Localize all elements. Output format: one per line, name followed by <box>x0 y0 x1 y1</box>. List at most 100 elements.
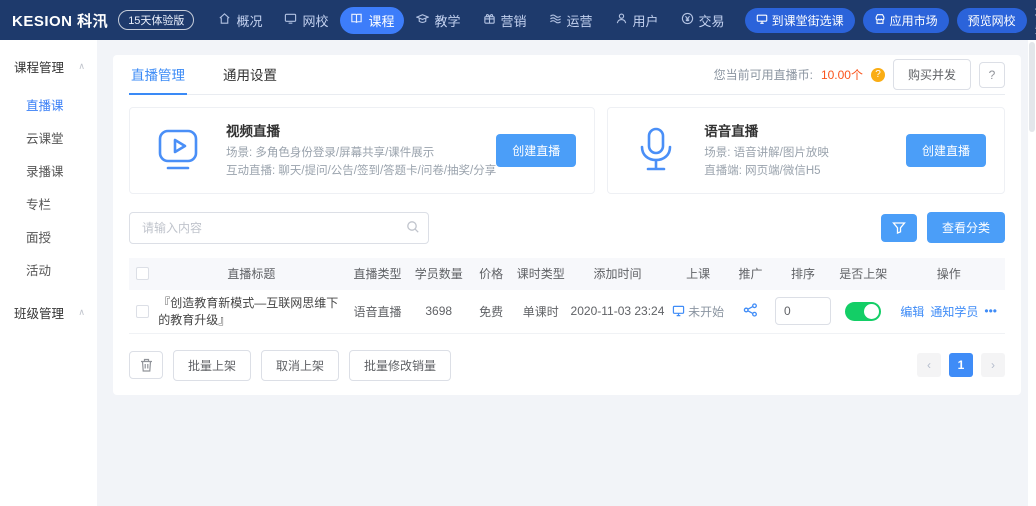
teaching-icon <box>415 12 431 28</box>
row-title: 『创造教育新模式—互联网思维下的教育升级』 <box>158 296 339 328</box>
prev-page-button[interactable]: ‹ <box>917 353 941 378</box>
nav-item-users[interactable]: 用户 <box>605 7 669 34</box>
bulk-actions-row: 批量上架 取消上架 批量修改销量 ‹ 1 › <box>129 349 1005 381</box>
bulk-edit-sales-button[interactable]: 批量修改销量 <box>349 349 452 381</box>
nav-item-trade[interactable]: 交易 <box>671 7 735 34</box>
topbar-right: 到课堂街选课 应用市场 预览网校 增值服务 ∨ 展开« <box>744 3 1036 37</box>
app-window: KESION 科汛 15天体验版 概况 网校 课程 教学 营销 运营 用户 交易… <box>0 0 1036 506</box>
chevron-up-icon: ∧ <box>78 61 85 71</box>
create-video-live-button[interactable]: 创建直播 <box>496 133 577 167</box>
search-icon[interactable] <box>406 220 420 239</box>
nav-item-overview[interactable]: 概况 <box>208 7 272 34</box>
nav-item-operations[interactable]: 运营 <box>539 7 603 34</box>
nav-label: 用户 <box>632 13 659 29</box>
row-type: 语音直播 <box>353 304 402 319</box>
school-icon <box>284 12 297 28</box>
help-circle-icon[interactable]: ? <box>870 67 885 82</box>
nav-item-course[interactable]: 课程 <box>340 6 405 34</box>
sidebar-item-column[interactable]: 专栏 <box>0 187 97 220</box>
live-course-table: 直播标题 直播类型 学员数量 价格 课时类型 添加时间 上课 推广 排序 是否上… <box>129 257 1005 334</box>
share-icon[interactable] <box>743 302 758 320</box>
voice-live-card: 语音直播 场景: 语音讲解/图片放映 直播端: 网页端/微信H5 创建直播 <box>607 107 1005 194</box>
view-category-button[interactable]: 查看分类 <box>926 212 1005 244</box>
help-button[interactable]: ? <box>979 61 1005 88</box>
col-on-shelf: 是否上架 <box>839 267 888 282</box>
sort-order-input[interactable] <box>775 297 832 326</box>
video-live-card: 视频直播 场景: 多角色身份登录/屏幕共享/课件展示 互动直播: 聊天/提问/公… <box>129 107 596 194</box>
pill-label: 到课堂街选课 <box>771 13 844 28</box>
pill-label: 应用市场 <box>889 13 938 28</box>
col-title: 直播标题 <box>227 267 276 282</box>
app-logo: KESION 科汛 <box>12 12 109 30</box>
main-nav: 概况 网校 课程 教学 营销 运营 用户 交易 <box>208 6 735 34</box>
live-management-panel: 直播管理 通用设置 您当前可用直播币: 10.00个 ? 购买并发 ? 视频直播… <box>113 55 1021 395</box>
on-shelf-toggle[interactable] <box>845 301 882 321</box>
nav-item-teaching[interactable]: 教学 <box>406 7 470 34</box>
credit-value: 10.00个 <box>820 68 863 82</box>
tab-general-settings[interactable]: 通用设置 <box>221 55 279 95</box>
sidebar-group-course-management[interactable]: 课程管理 ∧ <box>0 40 97 88</box>
video-play-icon <box>130 128 226 172</box>
nav-item-school[interactable]: 网校 <box>274 7 338 34</box>
col-promotion: 推广 <box>738 267 763 282</box>
filter-button[interactable] <box>880 213 917 242</box>
preview-school-button[interactable]: 预览网校 <box>956 7 1027 33</box>
sidebar: 课程管理 ∧ 直播课 云课堂 录播课 专栏 面授 活动 班级管理 ∧ <box>0 40 97 506</box>
sidebar-item-recorded-course[interactable]: 录播课 <box>0 154 97 187</box>
sidebar-group-class-management[interactable]: 班级管理 ∧ <box>0 286 97 334</box>
nav-item-marketing[interactable]: 营销 <box>473 7 537 34</box>
bulk-unshelf-button[interactable]: 取消上架 <box>261 349 340 381</box>
card-body: 视频直播 场景: 多角色身份登录/屏幕共享/课件展示 互动直播: 聊天/提问/公… <box>226 120 496 181</box>
sidebar-item-face-to-face[interactable]: 面授 <box>0 220 97 253</box>
nav-label: 教学 <box>434 13 461 29</box>
card-line-1: 场景: 多角色身份登录/屏幕共享/课件展示 <box>226 147 435 159</box>
class-status[interactable]: 未开始 <box>672 303 724 320</box>
more-actions-icon[interactable]: ••• <box>984 304 997 318</box>
market-icon <box>874 13 886 28</box>
monitor-icon <box>756 13 768 28</box>
notify-students-link[interactable]: 通知学员 <box>930 303 978 320</box>
monitor-icon <box>672 305 685 317</box>
page-1-button[interactable]: 1 <box>949 353 973 378</box>
search-input[interactable] <box>129 211 429 244</box>
scrollbar-track[interactable] <box>1028 40 1036 506</box>
marketing-icon <box>483 12 496 28</box>
tabs-row: 直播管理 通用设置 您当前可用直播币: 10.00个 ? 购买并发 ? <box>129 55 1005 95</box>
classroom-street-button[interactable]: 到课堂街选课 <box>744 7 855 33</box>
delete-button[interactable] <box>129 351 163 380</box>
col-class: 上课 <box>686 267 711 282</box>
col-price: 价格 <box>479 267 504 282</box>
next-page-button[interactable]: › <box>981 353 1005 378</box>
search-row: 查看分类 <box>129 211 1005 244</box>
buy-concurrency-button[interactable]: 购买并发 <box>892 59 971 90</box>
group-title-label: 课程管理 <box>14 61 65 75</box>
pill-label: 预览网校 <box>967 13 1016 28</box>
table-header-row: 直播标题 直播类型 学员数量 价格 课时类型 添加时间 上课 推广 排序 是否上… <box>129 257 1005 290</box>
col-students: 学员数量 <box>414 267 463 282</box>
edit-link[interactable]: 编辑 <box>900 303 924 320</box>
operation-icon <box>549 12 562 28</box>
card-line-2: 直播端: 网页端/微信H5 <box>704 164 821 177</box>
sidebar-item-live-course[interactable]: 直播课 <box>0 88 97 121</box>
bulk-shelf-button[interactable]: 批量上架 <box>173 349 252 381</box>
scrollbar-thumb[interactable] <box>1029 42 1035 132</box>
table-row: 『创造教育新模式—互联网思维下的教育升级』 语音直播 3698 免费 单课时 2… <box>129 290 1005 334</box>
trial-version-badge: 15天体验版 <box>118 10 195 30</box>
tab-live-management[interactable]: 直播管理 <box>129 55 187 95</box>
nav-label: 运营 <box>566 13 593 29</box>
card-line-1: 场景: 语音讲解/图片放映 <box>704 147 829 159</box>
card-body: 语音直播 场景: 语音讲解/图片放映 直播端: 网页端/微信H5 <box>704 120 906 181</box>
row-checkbox[interactable] <box>136 304 150 318</box>
credit-label: 您当前可用直播币: <box>713 68 813 82</box>
row-added-time: 2020-11-03 23:24 <box>570 304 665 319</box>
sidebar-item-cloud-classroom[interactable]: 云课堂 <box>0 121 97 154</box>
class-status-label: 未开始 <box>688 304 725 319</box>
users-icon <box>615 12 628 28</box>
sidebar-item-activity[interactable]: 活动 <box>0 253 97 286</box>
select-all-checkbox[interactable] <box>136 267 150 281</box>
trade-icon <box>681 12 694 28</box>
nav-label: 交易 <box>698 13 725 29</box>
app-market-button[interactable]: 应用市场 <box>862 7 949 33</box>
nav-label: 课程 <box>368 13 395 29</box>
create-voice-live-button[interactable]: 创建直播 <box>905 133 986 167</box>
